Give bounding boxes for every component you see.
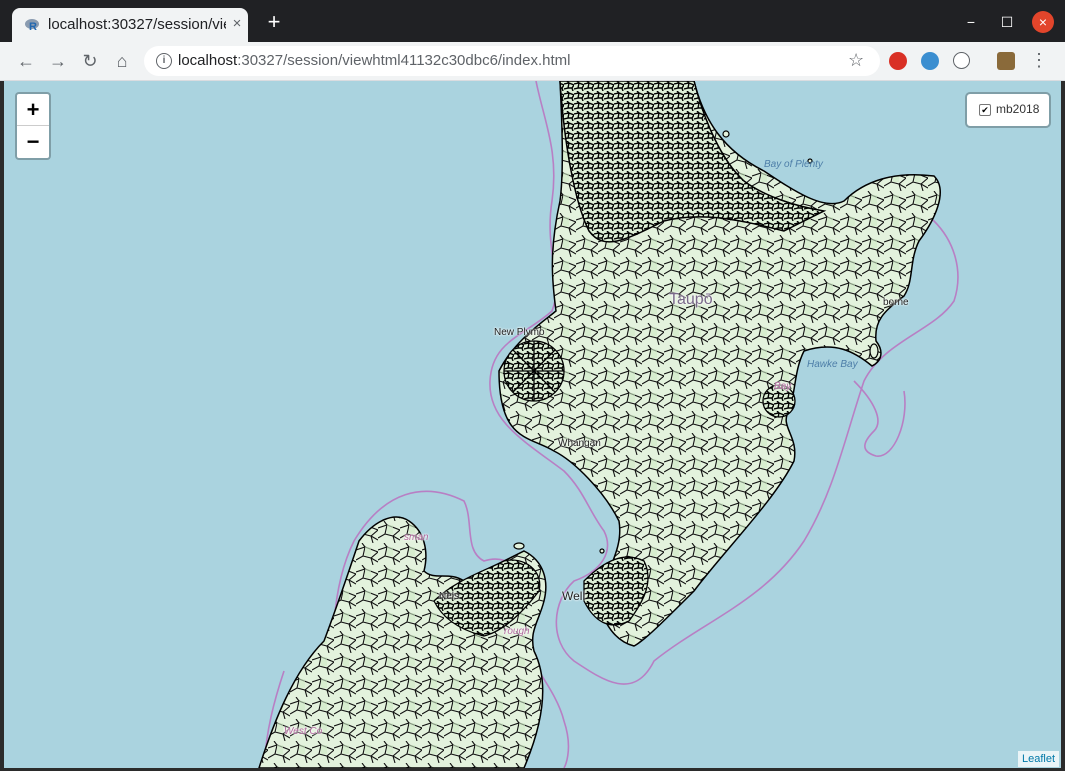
url-path: :30327/session/viewhtml41132c30dbc6/inde… bbox=[237, 52, 571, 69]
taranaki-dense-area bbox=[503, 340, 565, 402]
svg-text:R: R bbox=[29, 21, 37, 33]
forward-arrow-icon[interactable]: → bbox=[47, 50, 69, 72]
tab-strip: R localhost:30327/session/viewhtml41132c… bbox=[0, 0, 1065, 42]
url-text[interactable]: localhost:30327/session/viewhtml41132c30… bbox=[178, 52, 570, 69]
kebab-menu-icon[interactable]: ⋮ bbox=[1030, 51, 1048, 69]
label-marlborough: rough bbox=[504, 626, 530, 637]
profile-avatar[interactable] bbox=[997, 52, 1015, 70]
bookmark-star-icon[interactable]: ☆ bbox=[848, 50, 864, 71]
label-whanganui: Whangan bbox=[558, 438, 601, 449]
tab-title: localhost:30327/session/viewhtml41132c30… bbox=[48, 16, 226, 33]
layers-control: ✔ mb2018 bbox=[965, 92, 1051, 128]
new-tab-button[interactable]: + bbox=[262, 10, 286, 34]
reload-icon[interactable]: ↻ bbox=[79, 50, 101, 72]
label-taupo: Taupō bbox=[669, 291, 713, 308]
label-hawkes-bay-region: Bay bbox=[774, 381, 792, 392]
label-hawke-bay: Hawke Bay bbox=[807, 359, 858, 370]
adblock-extension-icon[interactable] bbox=[889, 52, 907, 70]
browser-toolbar: ← → ↻ ⌂ i localhost:30327/session/viewht… bbox=[0, 42, 1065, 81]
home-icon[interactable]: ⌂ bbox=[111, 50, 133, 72]
label-gisborne: borne bbox=[883, 297, 909, 308]
info-icon[interactable]: i bbox=[156, 53, 172, 69]
map-viewport[interactable]: Bay of Plenty Hawke Bay New Plymo Whanga… bbox=[4, 81, 1061, 768]
close-window-button[interactable]: × bbox=[1032, 11, 1054, 33]
label-west-coast: West Co bbox=[284, 726, 323, 737]
zoom-out-button[interactable]: − bbox=[17, 126, 49, 157]
label-tasman: sman bbox=[404, 532, 429, 543]
layer-checkbox[interactable]: ✔ bbox=[979, 104, 991, 116]
maximize-button[interactable]: ☐ bbox=[997, 12, 1017, 32]
back-arrow-icon[interactable]: ← bbox=[15, 50, 37, 72]
attribution-link[interactable]: Leaflet bbox=[1018, 751, 1060, 767]
url-host: localhost bbox=[178, 52, 238, 69]
label-nelson: Nels bbox=[439, 591, 460, 602]
label-wellington: Well bbox=[562, 589, 586, 603]
browser-window: R localhost:30327/session/viewhtml41132c… bbox=[0, 0, 1065, 771]
tab-active[interactable]: R localhost:30327/session/viewhtml41132c… bbox=[12, 8, 248, 42]
globe-extension-icon[interactable] bbox=[921, 52, 939, 70]
r-logo-icon: R bbox=[25, 19, 39, 33]
layer-label[interactable]: mb2018 bbox=[996, 102, 1039, 116]
address-bar[interactable]: i localhost:30327/session/viewhtml41132c… bbox=[144, 46, 880, 76]
minimize-button[interactable]: − bbox=[961, 12, 981, 32]
map-canvas[interactable] bbox=[4, 81, 1061, 768]
label-new-plymouth: New Plymo bbox=[494, 327, 545, 338]
code-extension-icon[interactable] bbox=[953, 52, 970, 69]
label-bay-of-plenty: Bay of Plenty bbox=[764, 159, 823, 170]
tab-close-icon[interactable]: × bbox=[228, 15, 246, 33]
zoom-control: + − bbox=[15, 92, 51, 160]
zoom-in-button[interactable]: + bbox=[17, 94, 49, 126]
